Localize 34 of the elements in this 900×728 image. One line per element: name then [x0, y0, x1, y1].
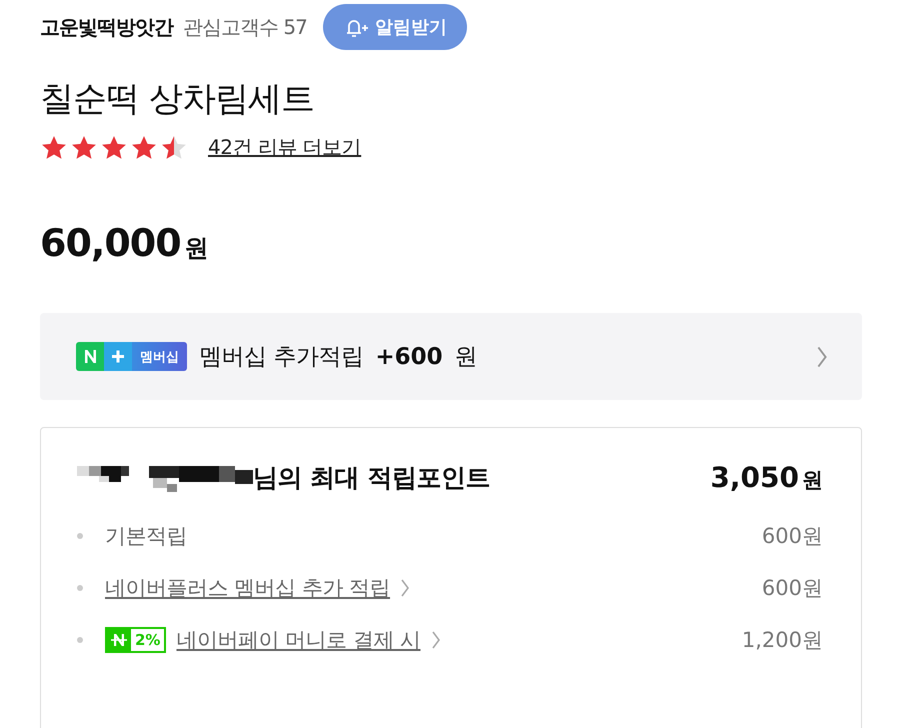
bullet-icon	[77, 637, 83, 643]
points-link[interactable]: 네이버플러스 멤버십 추가 적립	[105, 574, 390, 602]
n-pay-logo-icon	[107, 629, 131, 651]
membership-text: 멤버십 추가적립	[199, 343, 364, 372]
points-amount: 600원	[762, 575, 823, 602]
chevron-right-icon	[430, 630, 440, 650]
points-label: 기본적립	[105, 523, 187, 550]
points-total: 3,050	[710, 460, 799, 494]
star-icon	[70, 134, 98, 160]
product-title: 칠순떡 상차림세트	[40, 78, 315, 121]
points-title: 님의 최대 적립포인트	[253, 462, 490, 494]
membership-banner[interactable]: 멤버십 멤버십 추가적립 +600 원	[40, 313, 862, 400]
chevron-right-icon	[816, 344, 828, 368]
pay-badge: 2%	[105, 627, 166, 653]
chevron-right-icon	[400, 578, 410, 598]
currency-unit: 원	[184, 233, 209, 264]
points-amount: 1,200원	[742, 627, 823, 654]
bullet-icon	[77, 533, 83, 539]
bullet-icon	[77, 585, 83, 591]
star-icon	[130, 134, 158, 160]
membership-badge: 멤버십	[76, 342, 187, 371]
n-plus-logo-icon	[76, 342, 132, 371]
currency-unit: 원	[802, 466, 823, 494]
points-amount: 600원	[762, 523, 823, 550]
reviews-link[interactable]: 42건 리뷰 더보기	[208, 134, 362, 161]
price: 60,000	[40, 221, 181, 265]
star-icon	[40, 134, 68, 160]
currency-unit: 원	[454, 343, 478, 372]
star-icon	[160, 134, 188, 160]
follower-count: 관심고객수 57	[183, 14, 307, 40]
bonus-amount: +600	[375, 344, 443, 370]
points-link[interactable]: 네이버페이 머니로 결제 시	[176, 626, 420, 654]
store-name[interactable]: 고운빛떡방앗간	[40, 14, 173, 40]
star-icon	[100, 134, 128, 160]
